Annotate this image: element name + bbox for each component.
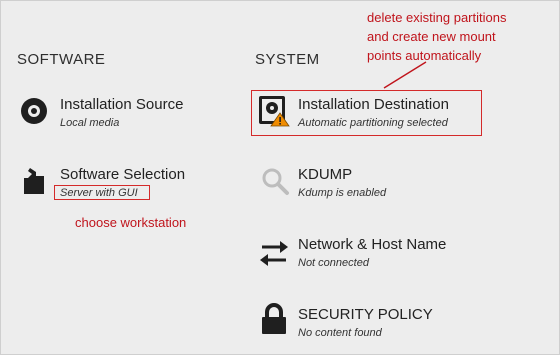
security-policy-status: No content found	[298, 327, 382, 339]
destination-annotation-line-1: delete existing partitions	[367, 10, 507, 25]
security-policy-spoke[interactable]: SECURITY POLICY No content found	[298, 306, 433, 339]
destination-annotation: delete existing partitions and create ne…	[367, 8, 506, 65]
software-selection-title: Software Selection	[60, 166, 186, 183]
installation-destination-status: Automatic partitioning selected	[298, 117, 448, 129]
kdump-title: KDUMP	[298, 166, 353, 183]
hard-drive-warning-icon	[258, 95, 290, 132]
security-policy-title: SECURITY POLICY	[298, 306, 433, 323]
kdump-status: Kdump is enabled	[298, 187, 387, 199]
software-status-highlight	[54, 185, 150, 200]
destination-annotation-line-2: and create new mount	[367, 29, 496, 44]
software-section-title: SOFTWARE	[17, 51, 106, 68]
installation-destination-spoke[interactable]: Installation Destination Automatic parti…	[298, 96, 449, 129]
installation-source-spoke[interactable]: Installation Source Local media	[60, 96, 183, 129]
kdump-spoke[interactable]: KDUMP Kdump is enabled	[298, 166, 386, 199]
system-section-title: SYSTEM	[255, 51, 320, 68]
installation-destination-title: Installation Destination	[298, 96, 449, 113]
installation-source-status: Local media	[60, 117, 120, 129]
annotation-pointer-line	[383, 61, 427, 89]
software-annotation: choose workstation	[75, 215, 187, 230]
network-status: Not connected	[298, 257, 369, 269]
lock-icon	[261, 303, 287, 340]
disc-icon	[20, 97, 48, 130]
search-icon	[260, 166, 290, 201]
package-icon	[22, 168, 46, 201]
network-spoke[interactable]: Network & Host Name Not connected	[298, 236, 446, 269]
network-title: Network & Host Name	[298, 236, 447, 253]
installation-source-title: Installation Source	[60, 96, 184, 113]
network-arrows-icon	[258, 238, 290, 273]
